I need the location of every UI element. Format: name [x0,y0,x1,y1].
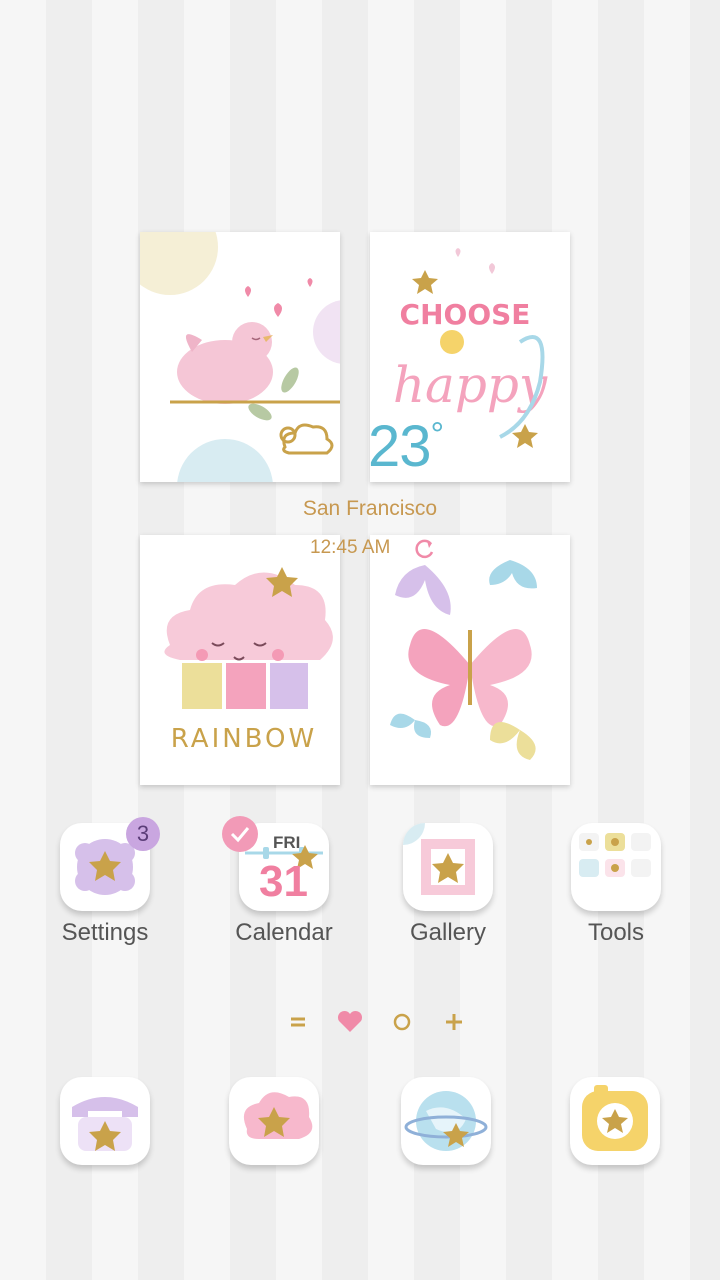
happy-text: happy [393,356,548,414]
dock-browser[interactable] [391,1077,501,1165]
phone-icon[interactable] [60,1077,150,1165]
messages-icon[interactable] [229,1077,319,1165]
add-page-indicator[interactable] [440,1008,468,1036]
calendar-day: FRI [273,833,301,852]
check-icon [222,816,258,852]
gallery-icon[interactable] [403,823,493,911]
bird-card [140,232,340,482]
calendar-label: Calendar [235,919,333,946]
circle-indicator[interactable] [388,1008,416,1036]
rainbow-text: RAINBOW [171,724,317,754]
temperature-value: 23 [368,414,432,479]
city-name[interactable]: San Francisco [250,497,490,521]
settings-label: Settings [61,919,149,946]
refresh-icon[interactable] [414,538,436,560]
tools-app[interactable]: Tools [561,823,671,947]
degree-symbol: ° [430,416,445,454]
gallery-label: Gallery [409,919,487,946]
menu-indicator[interactable] [284,1008,312,1036]
tools-icon[interactable] [571,823,661,911]
dock-camera[interactable] [560,1077,670,1165]
butterfly-card [370,535,570,785]
dock-messages[interactable] [219,1077,329,1165]
camera-icon[interactable] [570,1077,660,1165]
rainbow-card: RAINBOW [140,535,340,785]
heart-indicator[interactable] [336,1008,364,1036]
update-time: 12:45 AM [310,537,391,558]
dock-phone[interactable] [50,1077,160,1165]
tools-label: Tools [587,919,645,946]
temperature[interactable]: 23° [368,416,445,476]
calendar-app[interactable]: FRI 31 Calendar [222,816,339,947]
gallery-app[interactable]: Gallery [393,823,503,947]
choose-text: CHOOSE [400,298,531,331]
browser-icon[interactable] [401,1077,491,1165]
calendar-date: 31 [259,857,308,906]
notification-badge: 3 [126,817,160,851]
settings-app[interactable]: 3 Settings [50,817,160,947]
